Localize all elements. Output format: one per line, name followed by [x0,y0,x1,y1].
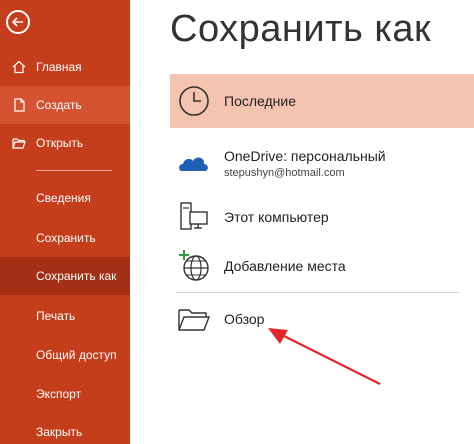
sidebar-item-label: Открыть [36,136,84,150]
location-add-place[interactable]: Добавление места [170,244,474,288]
sidebar-item-label: Создать [36,98,82,112]
sidebar-item-close[interactable]: Закрыть [0,413,130,444]
back-arrow-icon [11,17,23,27]
location-label: OneDrive: персональный [224,147,386,164]
backstage-sidebar: Главная Создать Открыть Сведения Сохрани… [0,0,130,444]
sidebar-item-open[interactable]: Открыть [0,124,130,162]
sidebar-item-label: Экспорт [36,387,82,401]
clock-icon [176,83,212,119]
sidebar-item-info[interactable]: Сведения [0,179,130,217]
sidebar-item-label: Закрыть [36,425,83,439]
new-document-icon [14,98,25,112]
location-label: Обзор [224,311,265,327]
home-icon [12,60,26,74]
sidebar-item-save[interactable]: Сохранить [0,219,130,257]
sidebar-item-print[interactable]: Печать [0,297,130,335]
location-label: Добавление места [224,258,346,274]
sidebar-item-label: Печать [36,309,76,323]
location-this-pc[interactable]: Этот компьютер [170,196,474,238]
location-label: Этот компьютер [224,209,329,225]
sidebar-divider [36,170,112,171]
page-title: Сохранить как [170,8,432,50]
locations-divider [176,292,460,293]
sidebar-item-export[interactable]: Экспорт [0,375,130,413]
sidebar-item-new[interactable]: Создать [0,86,130,124]
onedrive-cloud-icon [176,145,212,181]
sidebar-item-label: Общий доступ [36,348,117,362]
onedrive-account-email: stepushyn@hotmail.com [224,166,345,179]
open-folder-icon [12,138,26,149]
annotation-arrow-icon [268,328,381,385]
add-place-globe-icon [176,248,212,284]
computer-icon [176,199,212,235]
sidebar-item-label: Сохранить [36,231,96,245]
location-recent[interactable]: Последние [170,74,474,128]
sidebar-item-label: Сохранить как [36,269,117,283]
sidebar-item-label: Сведения [36,191,91,205]
sidebar-item-label: Главная [36,60,82,74]
back-button[interactable] [6,10,30,34]
sidebar-item-save-as[interactable]: Сохранить как [0,257,130,295]
backstage-window: Главная Создать Открыть Сведения Сохрани… [0,0,474,444]
location-onedrive[interactable]: OneDrive: персональный stepushyn@hotmail… [170,140,474,186]
location-label: Последние [224,93,297,109]
browse-folder-icon [176,301,212,337]
sidebar-item-home[interactable]: Главная [0,48,130,86]
sidebar-item-share[interactable]: Общий доступ [0,336,130,374]
